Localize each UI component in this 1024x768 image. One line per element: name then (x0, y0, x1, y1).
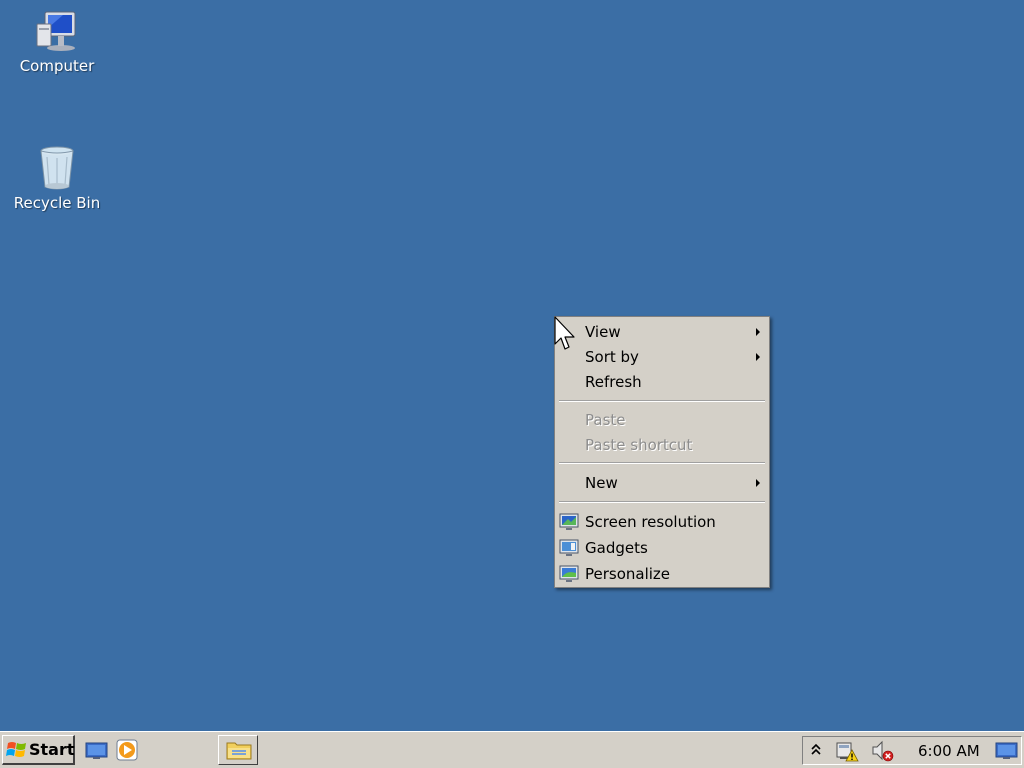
menu-item-label: Screen resolution (585, 513, 716, 531)
recycle-bin-icon (40, 146, 74, 190)
show-hidden-icons-chevron[interactable] (810, 742, 822, 758)
windows-explorer-icon (226, 742, 252, 760)
menu-separator (559, 400, 765, 402)
start-label: Start (29, 740, 75, 759)
volume-muted-icon[interactable] (871, 740, 895, 762)
menu-item-label: Sort by (585, 348, 639, 366)
menu-item-label: Refresh (585, 373, 642, 391)
menu-item-personalize[interactable]: Personalize (557, 562, 767, 586)
desktop-icon-recycle-bin[interactable]: Recycle Bin (7, 145, 107, 212)
menu-item-label: New (585, 474, 618, 492)
network-warning-icon[interactable] (835, 740, 859, 762)
monitor-icon (559, 513, 579, 530)
computer-icon (36, 11, 76, 51)
desktop-icon-label: Recycle Bin (13, 194, 101, 212)
submenu-arrow-icon (756, 479, 760, 487)
menu-item-label: Gadgets (585, 539, 648, 557)
personalize-icon (559, 565, 579, 582)
menu-separator (559, 462, 765, 464)
notification-area: 6:00 AM (802, 736, 1022, 765)
gadgets-icon (559, 539, 579, 556)
taskbar: Start 6:00 AM (0, 731, 1024, 768)
menu-item-paste-shortcut: Paste shortcut (557, 433, 767, 457)
taskbar-clock[interactable]: 6:00 AM (918, 742, 980, 760)
taskbar-button-windows-explorer[interactable] (218, 735, 258, 765)
submenu-arrow-icon (756, 353, 760, 361)
menu-item-paste: Paste (557, 408, 767, 432)
menu-item-screen-resolution[interactable]: Screen resolution (557, 510, 767, 534)
show-desktop-icon[interactable] (85, 739, 109, 761)
menu-item-label: Personalize (585, 565, 671, 583)
windows-logo-icon (6, 742, 26, 757)
menu-item-sort-by[interactable]: Sort by (557, 345, 767, 369)
media-player-icon[interactable] (115, 739, 139, 761)
menu-item-new[interactable]: New (557, 471, 767, 495)
show-desktop-icon[interactable] (995, 741, 1019, 761)
submenu-arrow-icon (756, 328, 760, 336)
desktop-icon-label: Computer (19, 57, 95, 75)
desktop[interactable]: Computer Recycle Bin View Sort by Refres… (0, 0, 1024, 731)
menu-item-label: Paste (585, 411, 626, 429)
start-button[interactable]: Start (2, 735, 75, 765)
menu-item-label: Paste shortcut (585, 436, 693, 454)
desktop-context-menu: View Sort by Refresh Paste Paste shortcu… (554, 316, 770, 588)
desktop-icon-computer[interactable]: Computer (7, 10, 107, 75)
menu-item-view[interactable]: View (557, 320, 767, 344)
menu-item-refresh[interactable]: Refresh (557, 370, 767, 394)
menu-separator (559, 501, 765, 503)
menu-item-gadgets[interactable]: Gadgets (557, 536, 767, 560)
menu-item-label: View (585, 323, 621, 341)
